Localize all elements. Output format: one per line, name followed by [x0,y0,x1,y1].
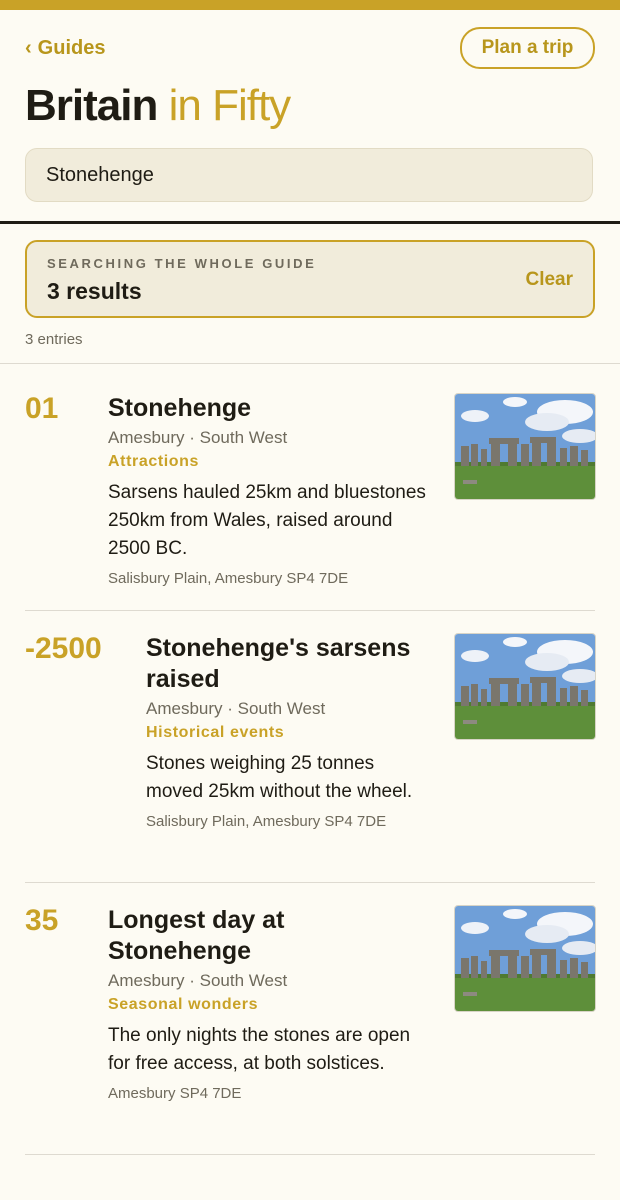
entry-address: Amesbury SP4 7DE [108,1085,242,1102]
search-results-panel: SEARCHING THE WHOLE GUIDE 3 results Clea… [25,240,595,318]
entry-description: Sarsens hauled 25km and bluestones 250km… [108,482,426,559]
entry-title: Stonehenge [108,394,252,422]
entry-category: Seasonal wonders [108,996,259,1013]
list-divider [25,882,595,883]
list-divider [25,1154,595,1155]
entry-address: Salisbury Plain, Amesbury SP4 7DE [146,813,387,830]
entry-location: Amesbury · South West [108,428,288,447]
search-input[interactable]: Stonehenge [25,148,593,202]
list-item[interactable]: 35 Longest day at Stonehenge Amesbury · … [25,904,596,1135]
header-divider [0,221,620,224]
title-bold: Britain [25,81,158,130]
list-divider [0,363,620,364]
entry-location: Amesbury · South West [108,971,288,990]
entry-title: Stonehenge's sarsens raised [146,634,411,693]
entry-number: -2500 [25,632,102,665]
page-title: Britain in Fifty [25,78,292,134]
stonehenge-photo [454,393,596,500]
top-accent-bar [0,0,620,10]
entry-number: 35 [25,904,59,937]
entry-title: Longest day at Stonehenge [108,906,285,965]
results-scope-label: SEARCHING THE WHOLE GUIDE [47,256,317,271]
entry-description: Stones weighing 25 tonnes moved 25km wit… [146,753,413,802]
clear-search-button[interactable]: Clear [525,269,573,291]
list-divider [25,610,595,611]
back-to-guides-link[interactable]: ‹ Guides [25,34,105,62]
entry-address: Salisbury Plain, Amesbury SP4 7DE [108,570,349,587]
entry-category: Attractions [108,453,200,470]
back-label: Guides [37,36,106,59]
list-item[interactable]: 01 Stonehenge Amesbury · South West Attr… [25,392,596,593]
stonehenge-photo [454,905,596,1012]
entry-category: Historical events [146,724,285,741]
stonehenge-photo [454,633,596,740]
entry-description: The only nights the stones are open for … [108,1025,411,1074]
entry-number: 01 [25,392,59,425]
plan-a-trip-button[interactable]: Plan a trip [460,27,595,69]
entry-location: Amesbury · South West [146,699,326,718]
title-light: in Fifty [168,81,292,130]
list-item[interactable]: -2500 Stonehenge's sarsens raised Amesbu… [25,632,596,863]
results-count: 3 results [47,278,142,304]
entries-count: 3 entries [25,331,83,348]
chevron-left-icon: ‹ [25,37,32,59]
